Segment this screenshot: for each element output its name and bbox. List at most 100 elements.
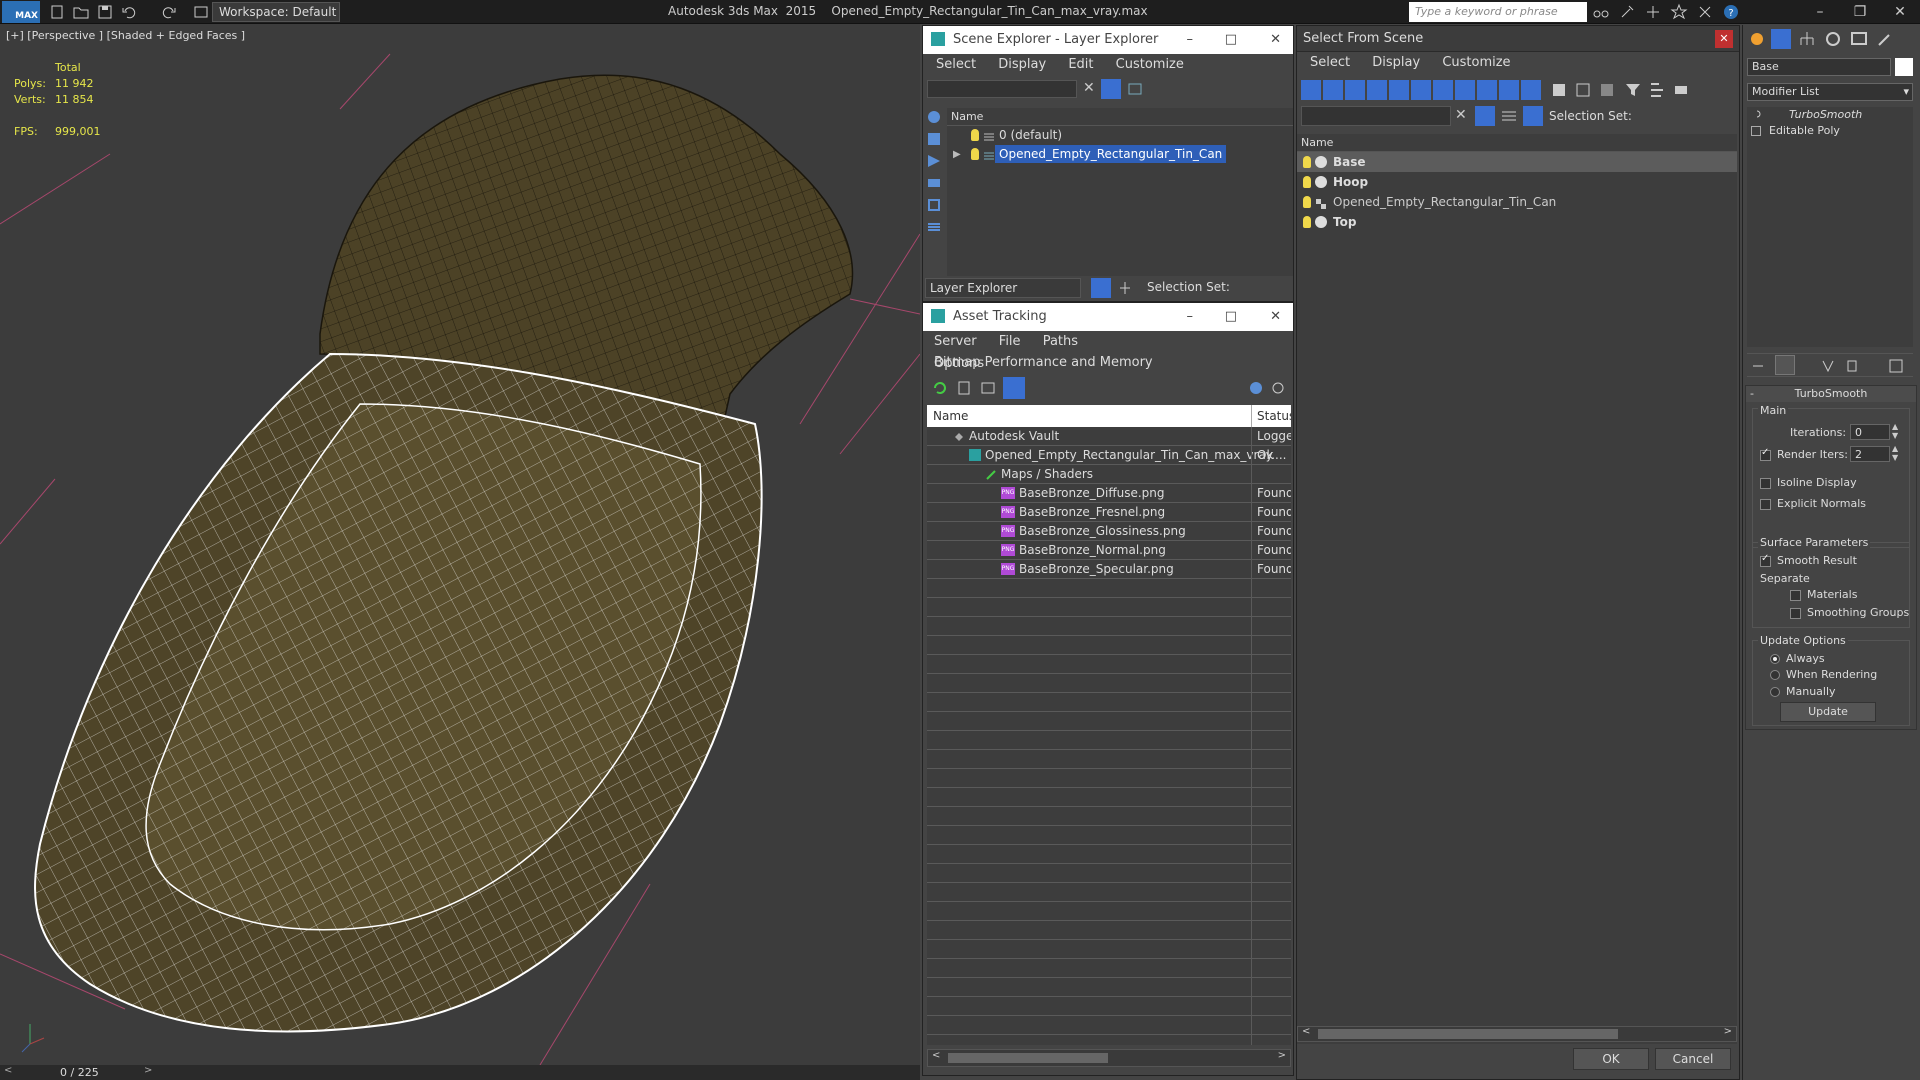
menu-customize[interactable]: Customize — [1433, 52, 1519, 73]
asset-row-maps[interactable]: Maps / Shaders — [927, 465, 1291, 484]
display-spacewarps-icon[interactable] — [1411, 80, 1431, 100]
display-helpers-icon[interactable] — [925, 196, 945, 218]
explicit-normals-row[interactable]: Explicit Normals — [1760, 497, 1866, 510]
bulb-icon[interactable] — [971, 129, 979, 141]
object-list-scrollbar[interactable]: < > — [1297, 1026, 1737, 1042]
cancel-button[interactable]: Cancel — [1655, 1048, 1731, 1070]
layers-icon[interactable] — [1127, 80, 1145, 98]
asset-row-png[interactable]: PNG BaseBronze_Glossiness.png Found — [927, 522, 1291, 541]
show-end-result-icon[interactable] — [1775, 355, 1795, 375]
object-name-field[interactable]: Base — [1747, 58, 1891, 76]
explicit-normals-checkbox[interactable] — [1760, 498, 1771, 510]
minimize-icon[interactable]: – — [1187, 26, 1194, 54]
bulb-icon[interactable] — [1303, 176, 1311, 188]
hierarchy-icon[interactable] — [1115, 278, 1135, 298]
project-icon[interactable] — [192, 3, 210, 21]
configure-sets-icon[interactable] — [1887, 357, 1905, 375]
help-icon[interactable]: ? — [1722, 3, 1740, 21]
asset-row-png[interactable]: PNG BaseBronze_Specular.png Found — [927, 560, 1291, 579]
filter-icon[interactable] — [1475, 106, 1495, 126]
object-row-top[interactable]: Top — [1297, 212, 1737, 232]
scroll-left-icon[interactable]: < — [932, 1050, 940, 1061]
close-icon[interactable]: ✕ — [1270, 26, 1281, 54]
viewport-perspective[interactable]: [+] [Perspective ] [Shaded + Edged Faces… — [0, 24, 920, 1065]
asset-row-png[interactable]: PNG BaseBronze_Diffuse.png Found — [927, 484, 1291, 503]
render-iters-row[interactable]: Render Iters: — [1760, 447, 1848, 461]
display-xrefs-icon[interactable] — [1455, 80, 1475, 100]
viewport-label[interactable]: [+] [Perspective ] [Shaded + Edged Faces… — [6, 29, 245, 42]
remove-modifier-icon[interactable] — [1843, 357, 1861, 375]
display-helpers-icon[interactable] — [1389, 80, 1409, 100]
modifier-list-dropdown[interactable]: Modifier List ▾ — [1747, 83, 1913, 101]
scroll-left-icon[interactable]: < — [1302, 1026, 1310, 1037]
collapse-icon[interactable] — [1671, 80, 1691, 100]
new-file-icon[interactable] — [48, 3, 66, 21]
smoothing-groups-row[interactable]: Smoothing Groups — [1790, 606, 1909, 619]
select-invert-icon[interactable] — [1597, 80, 1617, 100]
column-name[interactable]: Name — [1297, 134, 1737, 152]
timeline-prev-icon[interactable]: < — [4, 1065, 12, 1076]
spinner-arrows-icon[interactable]: ▲ ▼ — [1892, 422, 1898, 440]
create-tab-icon[interactable] — [1747, 29, 1767, 49]
save-icon[interactable] — [96, 3, 114, 21]
maximize-icon[interactable]: ❐ — [1840, 0, 1880, 24]
make-unique-icon[interactable] — [1819, 357, 1837, 375]
column-status[interactable]: Status — [1257, 405, 1291, 427]
menu-select[interactable]: Select — [927, 54, 985, 75]
render-iters-spinner[interactable]: 2 — [1850, 446, 1890, 462]
display-spacewarps-icon[interactable] — [925, 218, 945, 240]
hierarchy-tab-icon[interactable] — [1797, 29, 1817, 49]
clear-icon[interactable]: ✕ — [1455, 107, 1467, 123]
menu-display[interactable]: Display — [989, 54, 1055, 75]
explorer-mode-dropdown[interactable]: Layer Explorer — [925, 278, 1081, 298]
menu-select[interactable]: Select — [1301, 52, 1359, 73]
utilities-tab-icon[interactable] — [1875, 29, 1895, 49]
smooth-result-row[interactable]: Smooth Result — [1760, 553, 1857, 567]
when-rendering-row[interactable]: When Rendering — [1770, 668, 1877, 681]
hierarchy-icon[interactable] — [1647, 80, 1667, 100]
layer-mode-icon[interactable] — [1091, 278, 1111, 298]
motion-tab-icon[interactable] — [1823, 29, 1843, 49]
close-icon[interactable]: ✕ — [1715, 30, 1733, 48]
display-containers-icon[interactable] — [1499, 80, 1519, 100]
iterations-spinner[interactable]: 0 — [1850, 424, 1890, 440]
undo-icon[interactable] — [120, 3, 138, 21]
open-folder-icon[interactable] — [72, 3, 90, 21]
display-groups-icon[interactable] — [1433, 80, 1453, 100]
display-shapes-icon[interactable] — [1323, 80, 1343, 100]
stack-item-turbosmooth[interactable]: TurboSmooth — [1747, 107, 1913, 123]
manually-row[interactable]: Manually — [1770, 685, 1836, 698]
pin-stack-icon[interactable] — [1749, 357, 1767, 375]
menu-options[interactable]: Options — [925, 353, 993, 374]
minimize-icon[interactable]: – — [1187, 303, 1194, 331]
column-name[interactable]: Name — [933, 405, 968, 427]
scroll-thumb[interactable] — [1318, 1029, 1618, 1039]
expand-arrow-icon[interactable]: ▶ — [953, 145, 961, 164]
maximize-icon[interactable]: □ — [1225, 303, 1237, 331]
search-input[interactable]: Type a keyword or phrase — [1409, 2, 1587, 22]
materials-row[interactable]: Materials — [1790, 588, 1857, 601]
materials-checkbox[interactable] — [1790, 589, 1801, 601]
subscription-icon[interactable] — [1644, 3, 1662, 21]
menu-customize[interactable]: Customize — [1107, 54, 1193, 75]
asset-row-png[interactable]: PNG BaseBronze_Normal.png Found — [927, 541, 1291, 560]
redo-icon[interactable] — [160, 3, 178, 21]
hierarchy-mode-icon[interactable] — [1523, 106, 1543, 126]
display-geometry-icon[interactable] — [925, 130, 945, 152]
bulb-icon[interactable] — [1753, 109, 1761, 119]
tools-icon[interactable] — [1618, 3, 1636, 21]
object-row-hoop[interactable]: Hoop — [1297, 172, 1737, 192]
minimize-icon[interactable]: – — [1800, 0, 1840, 24]
isoline-row[interactable]: Isoline Display — [1760, 476, 1857, 489]
select-none-icon[interactable] — [1573, 80, 1593, 100]
stack-item-editable-poly[interactable]: Editable Poly — [1747, 123, 1913, 139]
bulb-icon[interactable] — [1303, 196, 1311, 208]
ok-button[interactable]: OK — [1573, 1048, 1649, 1070]
display-cameras-icon[interactable] — [925, 174, 945, 196]
column-name[interactable]: Name — [947, 108, 1293, 126]
close-window-icon[interactable]: ✕ — [1880, 0, 1920, 24]
layers-icon[interactable] — [1499, 106, 1519, 126]
update-button[interactable]: Update — [1780, 702, 1876, 722]
menu-display[interactable]: Display — [1363, 52, 1429, 73]
asset-row-max-file[interactable]: Opened_Empty_Rectangular_Tin_Can_max_vra… — [927, 446, 1291, 465]
